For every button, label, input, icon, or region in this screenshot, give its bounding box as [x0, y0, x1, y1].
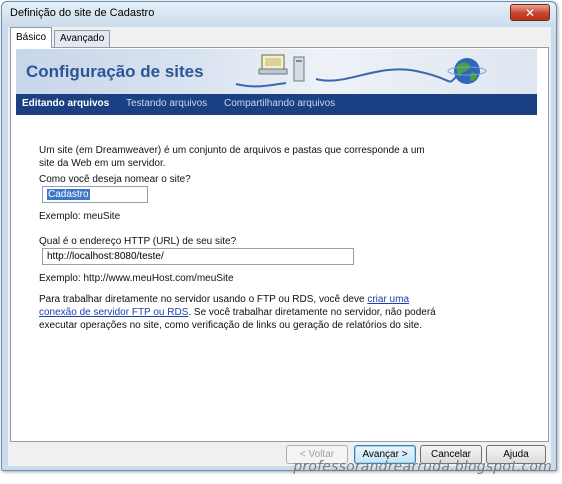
site-url-label: Qual é o endereço HTTP (URL) de seu site…	[39, 236, 237, 247]
site-definition-window: Definição do site de Cadastro ✕ Básico A…	[1, 1, 557, 471]
site-url-value: http://localhost:8080/teste/	[47, 251, 164, 262]
step-testing-files: Testando arquivos	[126, 98, 208, 109]
site-url-example: Exemplo: http://www.meuHost.com/meuSite	[39, 273, 234, 284]
wizard-banner: Configuração de sites	[16, 49, 537, 94]
cable-line	[315, 68, 457, 83]
info-text-start: Para trabalhar diretamente no servidor u…	[39, 294, 368, 305]
window-title: Definição do site de Cadastro	[10, 7, 155, 19]
computer-icon	[293, 56, 305, 82]
intro-text: Um site (em Dreamweaver) é um conjunto d…	[39, 145, 425, 169]
step-sharing-files: Compartilhando arquivos	[224, 98, 336, 109]
ftp-info-text: Para trabalhar diretamente no servidor u…	[39, 293, 449, 332]
step-editing-files: Editando arquivos	[22, 98, 110, 109]
tab-avancado[interactable]: Avançado	[54, 30, 111, 47]
close-button[interactable]: ✕	[510, 4, 550, 21]
dialog-client: Básico Avançado Configuração de sites Ed…	[8, 27, 551, 466]
site-name-value: Cadastro	[47, 189, 90, 200]
site-url-input[interactable]: http://localhost:8080/teste/	[42, 248, 354, 265]
title-bar[interactable]: Definição do site de Cadastro ✕	[2, 2, 556, 26]
tab-basico[interactable]: Básico	[10, 27, 53, 48]
watermark: professorandrearruda.blogspot.com	[293, 459, 552, 475]
server-icon	[258, 54, 288, 75]
wizard-steps: Editando arquivos Testando arquivos Comp…	[16, 94, 537, 115]
site-name-example: Exemplo: meuSite	[39, 211, 121, 222]
site-name-label: Como você deseja nomear o site?	[39, 174, 191, 185]
site-name-input[interactable]: Cadastro	[42, 186, 148, 203]
banner-title: Configuração de sites	[26, 62, 204, 81]
tab-strip: Básico Avançado	[8, 27, 551, 48]
cable-line-left	[235, 82, 287, 88]
